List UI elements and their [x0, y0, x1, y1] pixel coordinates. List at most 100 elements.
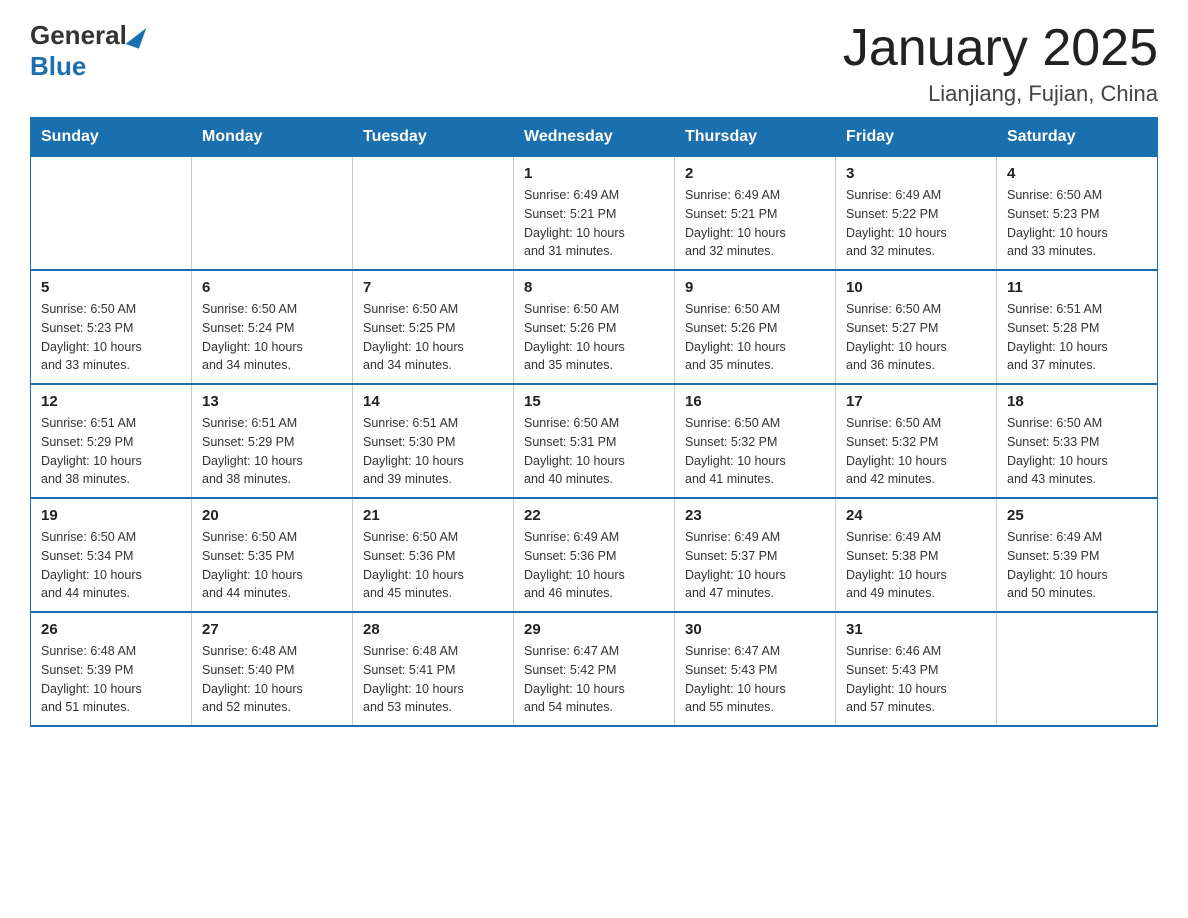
calendar-cell: 3Sunrise: 6:49 AMSunset: 5:22 PMDaylight…: [836, 157, 997, 271]
logo-triangle-icon: [125, 23, 146, 48]
calendar-cell: 20 Sunrise: 6:50 AMSunset: 5:35 PMDayligh…: [192, 498, 353, 612]
calendar-cell: [353, 157, 514, 271]
day-number: 6: [202, 279, 342, 296]
day-info: Sunrise: 6:46 AMSunset: 5:43 PMDaylight:…: [846, 642, 986, 717]
header-sunday: Sunday: [31, 118, 192, 157]
day-info: Sunrise: 6:50 AMSunset: 5:27 PMDaylight:…: [846, 300, 986, 375]
calendar-cell: 28 Sunrise: 6:48 AMSunset: 5:41 PMDayligh…: [353, 612, 514, 726]
calendar-cell: 14 Sunrise: 6:51 AMSunset: 5:30 PMDayligh…: [353, 384, 514, 498]
day-info: Sunrise: 6:47 AMSunset: 5:43 PMDaylight:…: [685, 642, 825, 717]
calendar-cell: 21Sunrise: 6:50 AMSunset: 5:36 PMDayligh…: [353, 498, 514, 612]
day-info: Sunrise: 6:50 AMSunset: 5:24 PMDaylight:…: [202, 300, 342, 375]
calendar-cell: 7Sunrise: 6:50 AMSunset: 5:25 PMDaylight…: [353, 270, 514, 384]
calendar-cell: [192, 157, 353, 271]
day-info: Sunrise: 6:51 AMSunset: 5:30 PMDaylight:…: [363, 414, 503, 489]
day-info: Sunrise: 6:50 AMSunset: 5:31 PMDaylight:…: [524, 414, 664, 489]
day-number: 20: [202, 507, 342, 524]
day-number: 23: [685, 507, 825, 524]
day-info: Sunrise: 6:50 AMSunset: 5:33 PMDaylight:…: [1007, 414, 1147, 489]
day-info: Sunrise: 6:51 AMSunset: 5:29 PMDaylight:…: [41, 414, 181, 489]
day-number: 12: [41, 393, 181, 410]
title-block: January 2025 Lianjiang, Fujian, China: [843, 20, 1158, 107]
calendar-cell: 27 Sunrise: 6:48 AMSunset: 5:40 PMDayligh…: [192, 612, 353, 726]
day-info: Sunrise: 6:49 AMSunset: 5:36 PMDaylight:…: [524, 528, 664, 603]
page-header: General Blue January 2025 Lianjiang, Fuj…: [30, 20, 1158, 107]
day-info: Sunrise: 6:49 AMSunset: 5:37 PMDaylight:…: [685, 528, 825, 603]
day-info: Sunrise: 6:50 AMSunset: 5:34 PMDaylight:…: [41, 528, 181, 603]
header-tuesday: Tuesday: [353, 118, 514, 157]
calendar-cell: 29 Sunrise: 6:47 AMSunset: 5:42 PMDayligh…: [514, 612, 675, 726]
location-title: Lianjiang, Fujian, China: [843, 81, 1158, 107]
day-info: Sunrise: 6:51 AMSunset: 5:28 PMDaylight:…: [1007, 300, 1147, 375]
day-number: 11: [1007, 279, 1147, 296]
calendar-cell: 19 Sunrise: 6:50 AMSunset: 5:34 PMDayligh…: [31, 498, 192, 612]
day-number: 29: [524, 621, 664, 638]
calendar-cell: [997, 612, 1158, 726]
header-friday: Friday: [836, 118, 997, 157]
day-info: Sunrise: 6:51 AMSunset: 5:29 PMDaylight:…: [202, 414, 342, 489]
day-info: Sunrise: 6:50 AMSunset: 5:32 PMDaylight:…: [846, 414, 986, 489]
day-info: Sunrise: 6:49 AMSunset: 5:39 PMDaylight:…: [1007, 528, 1147, 603]
calendar-cell: 31Sunrise: 6:46 AMSunset: 5:43 PMDayligh…: [836, 612, 997, 726]
calendar-cell: 18Sunrise: 6:50 AMSunset: 5:33 PMDayligh…: [997, 384, 1158, 498]
day-number: 30: [685, 621, 825, 638]
calendar-cell: [31, 157, 192, 271]
day-info: Sunrise: 6:49 AMSunset: 5:38 PMDaylight:…: [846, 528, 986, 603]
day-info: Sunrise: 6:48 AMSunset: 5:39 PMDaylight:…: [41, 642, 181, 717]
calendar-cell: 9Sunrise: 6:50 AMSunset: 5:26 PMDaylight…: [675, 270, 836, 384]
day-number: 9: [685, 279, 825, 296]
header-wednesday: Wednesday: [514, 118, 675, 157]
logo: General Blue: [30, 20, 143, 82]
day-number: 21: [363, 507, 503, 524]
day-number: 24: [846, 507, 986, 524]
day-number: 14: [363, 393, 503, 410]
calendar-cell: 10Sunrise: 6:50 AMSunset: 5:27 PMDayligh…: [836, 270, 997, 384]
day-info: Sunrise: 6:49 AMSunset: 5:21 PMDaylight:…: [524, 186, 664, 261]
day-info: Sunrise: 6:50 AMSunset: 5:23 PMDaylight:…: [1007, 186, 1147, 261]
day-info: Sunrise: 6:50 AMSunset: 5:35 PMDaylight:…: [202, 528, 342, 603]
calendar-cell: 22 Sunrise: 6:49 AMSunset: 5:36 PMDayligh…: [514, 498, 675, 612]
day-number: 8: [524, 279, 664, 296]
day-number: 3: [846, 165, 986, 182]
day-info: Sunrise: 6:49 AMSunset: 5:21 PMDaylight:…: [685, 186, 825, 261]
calendar-cell: 24 Sunrise: 6:49 AMSunset: 5:38 PMDayligh…: [836, 498, 997, 612]
calendar-cell: 17 Sunrise: 6:50 AMSunset: 5:32 PMDayligh…: [836, 384, 997, 498]
day-info: Sunrise: 6:50 AMSunset: 5:23 PMDaylight:…: [41, 300, 181, 375]
day-number: 1: [524, 165, 664, 182]
day-number: 17: [846, 393, 986, 410]
logo-general-text: General: [30, 20, 127, 51]
day-number: 22: [524, 507, 664, 524]
calendar-cell: 13 Sunrise: 6:51 AMSunset: 5:29 PMDayligh…: [192, 384, 353, 498]
day-number: 19: [41, 507, 181, 524]
calendar-cell: 23 Sunrise: 6:49 AMSunset: 5:37 PMDayligh…: [675, 498, 836, 612]
day-info: Sunrise: 6:47 AMSunset: 5:42 PMDaylight:…: [524, 642, 664, 717]
day-number: 28: [363, 621, 503, 638]
calendar-week-row: 1 Sunrise: 6:49 AMSunset: 5:21 PMDaylight…: [31, 157, 1158, 271]
calendar-week-row: 26Sunrise: 6:48 AMSunset: 5:39 PMDayligh…: [31, 612, 1158, 726]
day-number: 2: [685, 165, 825, 182]
header-monday: Monday: [192, 118, 353, 157]
day-info: Sunrise: 6:48 AMSunset: 5:40 PMDaylight:…: [202, 642, 342, 717]
calendar-cell: 6 Sunrise: 6:50 AMSunset: 5:24 PMDaylight…: [192, 270, 353, 384]
month-title: January 2025: [843, 20, 1158, 77]
calendar-week-row: 5 Sunrise: 6:50 AMSunset: 5:23 PMDaylight…: [31, 270, 1158, 384]
calendar-cell: 30 Sunrise: 6:47 AMSunset: 5:43 PMDayligh…: [675, 612, 836, 726]
calendar-cell: 8 Sunrise: 6:50 AMSunset: 5:26 PMDaylight…: [514, 270, 675, 384]
calendar-cell: 15 Sunrise: 6:50 AMSunset: 5:31 PMDayligh…: [514, 384, 675, 498]
day-number: 5: [41, 279, 181, 296]
header-saturday: Saturday: [997, 118, 1158, 157]
day-number: 16: [685, 393, 825, 410]
calendar-cell: 26Sunrise: 6:48 AMSunset: 5:39 PMDayligh…: [31, 612, 192, 726]
day-info: Sunrise: 6:48 AMSunset: 5:41 PMDaylight:…: [363, 642, 503, 717]
calendar-cell: 1 Sunrise: 6:49 AMSunset: 5:21 PMDaylight…: [514, 157, 675, 271]
day-number: 13: [202, 393, 342, 410]
day-number: 25: [1007, 507, 1147, 524]
calendar-header-row: SundayMondayTuesdayWednesdayThursdayFrid…: [31, 118, 1158, 157]
day-info: Sunrise: 6:50 AMSunset: 5:26 PMDaylight:…: [524, 300, 664, 375]
day-info: Sunrise: 6:50 AMSunset: 5:32 PMDaylight:…: [685, 414, 825, 489]
day-number: 27: [202, 621, 342, 638]
day-number: 15: [524, 393, 664, 410]
header-thursday: Thursday: [675, 118, 836, 157]
calendar-cell: 5 Sunrise: 6:50 AMSunset: 5:23 PMDaylight…: [31, 270, 192, 384]
day-info: Sunrise: 6:50 AMSunset: 5:25 PMDaylight:…: [363, 300, 503, 375]
